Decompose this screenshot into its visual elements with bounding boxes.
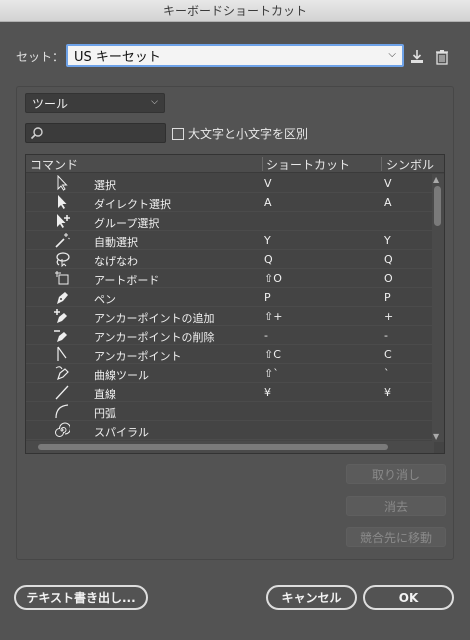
case-sensitive-option[interactable]: 大文字と小文字を区別 [172,125,308,142]
category-dropdown[interactable]: ツール ⌵ [25,93,165,113]
lasso-icon [56,252,70,267]
keyset-value: US キーセット [74,50,161,65]
case-sensitive-checkbox[interactable] [172,127,184,140]
delete-anchor-icon [54,330,67,342]
line-icon [55,385,69,400]
add-anchor-icon [54,309,67,323]
table-header: コマンド ショートカット シンボル [26,155,444,173]
search-input[interactable] [25,123,166,143]
column-header-shortcut[interactable]: ショートカット [266,156,350,173]
export-text-button[interactable]: テキスト書き出し... [14,585,148,610]
case-sensitive-label: 大文字と小文字を区別 [188,127,309,141]
artboard-icon [55,271,69,285]
clear-button[interactable]: 消去 [346,496,446,516]
spiral-icon [55,422,70,437]
selection-arrow-icon [57,175,68,191]
category-value: ツール [32,96,69,111]
keyset-dropdown[interactable]: US キーセット ⌵ [66,44,404,67]
magic-wand-icon [55,233,70,248]
search-icon [30,127,43,140]
table-row[interactable]: 選択 V V [26,174,434,193]
curvature-icon [55,366,69,381]
chevron-down-icon: ⌵ [151,97,158,107]
column-divider [381,157,382,171]
group-selection-icon [57,214,70,228]
undo-button[interactable]: 取り消し [346,464,446,484]
table-row[interactable]: 直線 ¥ ¥ [26,383,434,402]
column-header-symbol[interactable]: シンボル [386,156,434,173]
table-row[interactable]: アンカーポイントの削除 - - [26,326,434,345]
save-keyset-icon[interactable] [408,48,426,66]
column-divider [262,157,263,171]
direct-selection-icon [58,195,67,209]
table-row[interactable]: 円弧 [26,402,434,421]
pen-icon [57,292,68,304]
horizontal-scroll-thumb[interactable] [38,444,388,450]
trash-icon[interactable] [433,48,451,66]
ok-button[interactable]: OK [363,585,454,610]
cancel-button[interactable]: キャンセル [266,585,357,610]
table-row[interactable]: グループ選択 [26,212,434,231]
table-row[interactable]: ダイレクト選択 A A [26,193,434,212]
table-row[interactable]: 曲線ツール ⇧` ` [26,364,434,383]
column-header-command[interactable]: コマンド [30,156,78,173]
anchor-point-icon [57,346,67,361]
table-row[interactable]: アンカーポイントの追加 ⇧+ + [26,307,434,326]
horizontal-scrollbar[interactable] [26,441,434,453]
vertical-scroll-thumb[interactable] [434,186,441,226]
table-row[interactable]: 自動選択 Y Y [26,231,434,250]
table-row[interactable]: スパイラル [26,421,434,440]
window-title: キーボードショートカット [162,4,307,18]
window-titlebar: キーボードショートカット [0,0,470,22]
shortcut-table: コマンド ショートカット シンボル 選択 V V ダイレクト選択 A A グルー… [25,154,445,454]
table-body: 選択 V V ダイレクト選択 A A グループ選択 自動選択 Y Y なげなわ … [26,174,434,440]
vertical-scrollbar[interactable]: ▲ ▼ [432,174,444,442]
chevron-up-icon[interactable]: ▲ [433,175,439,184]
chevron-down-icon[interactable]: ▼ [433,432,439,441]
table-row[interactable]: なげなわ Q Q [26,250,434,269]
set-label: セット： [16,50,65,64]
go-to-conflict-button[interactable]: 競合先に移動 [346,527,446,547]
arc-icon [55,404,69,419]
chevron-down-icon: ⌵ [388,49,396,60]
table-row[interactable]: ペン P P [26,288,434,307]
table-row[interactable]: アンカーポイント ⇧C C [26,345,434,364]
table-row[interactable]: アートボード ⇧O O [26,269,434,288]
